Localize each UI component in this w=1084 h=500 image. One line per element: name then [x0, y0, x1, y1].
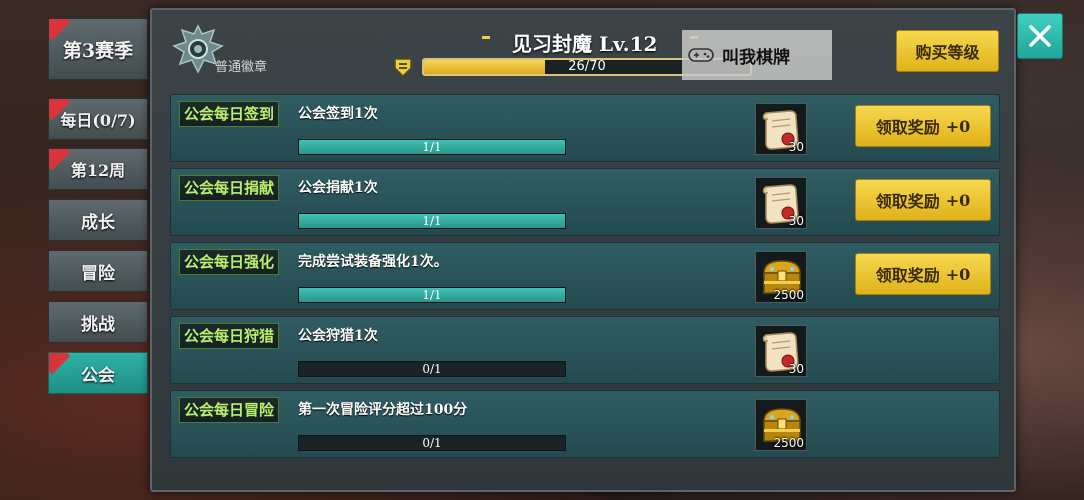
task-tag: 公会每日冒险: [179, 397, 280, 423]
tab-guild[interactable]: 公会: [48, 352, 148, 394]
reward-item[interactable]: 2500: [755, 399, 807, 451]
tab-challenge[interactable]: 挑战: [48, 301, 148, 343]
reward-quantity: 2500: [773, 436, 804, 450]
title-decoration: [482, 36, 490, 39]
claim-label: 领取奖励: [875, 118, 940, 137]
reward-quantity: 30: [788, 140, 804, 154]
notification-badge: [49, 353, 71, 375]
claim-count: +0: [945, 190, 971, 210]
claim-count: +0: [945, 264, 971, 284]
close-button[interactable]: [1017, 13, 1063, 59]
task-description: 公会签到1次: [298, 106, 378, 122]
gamepad-icon: [688, 48, 714, 62]
tab-adventure[interactable]: 冒险: [48, 250, 148, 292]
badge-label: 普通徽章: [215, 60, 268, 75]
task-description: 公会捐献1次: [298, 180, 378, 196]
tab-label: 第12周: [70, 161, 126, 180]
tab-label: 公会: [81, 365, 115, 386]
task-tag: 公会每日狩猎: [179, 323, 280, 349]
tab-label: 挑战: [81, 314, 115, 335]
task-progress-text: 1/1: [422, 140, 442, 154]
task-row: 公会每日捐献 公会捐献1次 1/1 30 领取奖励 +0: [170, 168, 1000, 236]
task-progress-text: 0/1: [422, 436, 442, 450]
task-progress-text: 1/1: [422, 214, 442, 228]
tab-label: 每日(0/7): [60, 111, 136, 130]
notification-badge: [49, 149, 71, 171]
task-progress-bar: 1/1: [298, 213, 566, 229]
task-description: 公会狩猎1次: [298, 328, 378, 344]
tab-week[interactable]: 第12周: [48, 148, 148, 190]
task-row: 公会每日冒险 第一次冒险评分超过100分 0/1 2500: [170, 390, 1000, 458]
task-progress-bar: 0/1: [298, 435, 566, 451]
reward-quantity: 30: [788, 362, 804, 376]
claim-reward-button[interactable]: 领取奖励 +0: [855, 105, 991, 147]
task-progress-bar: 0/1: [298, 361, 566, 377]
reward-item[interactable]: 30: [755, 325, 807, 377]
task-description: 完成尝试装备强化1次。: [298, 254, 448, 270]
reward-item[interactable]: 30: [755, 177, 807, 229]
task-description: 第一次冒险评分超过100分: [298, 402, 468, 418]
reward-quantity: 30: [788, 214, 804, 228]
close-icon: [1029, 25, 1051, 47]
claim-reward-button[interactable]: 领取奖励 +0: [855, 179, 991, 221]
level-crest-icon: [394, 58, 412, 78]
tab-label: 成长: [81, 212, 115, 233]
reward-quantity: 2500: [773, 288, 804, 302]
battle-pass-panel: 普通徽章 见习封魔 Lv.12 26/70 叫我棋牌 购买等级 公会每日签到 公会…: [150, 8, 1016, 492]
reward-item[interactable]: 30: [755, 103, 807, 155]
level-title: 见习封魔 Lv.12: [512, 32, 658, 56]
task-progress-bar: 1/1: [298, 287, 566, 303]
tab-label: 冒险: [81, 263, 115, 284]
reward-item[interactable]: 2500: [755, 251, 807, 303]
task-tag: 公会每日签到: [179, 101, 280, 127]
claim-reward-button[interactable]: 领取奖励 +0: [855, 253, 991, 295]
claim-label: 领取奖励: [875, 266, 940, 285]
tab-growth[interactable]: 成长: [48, 199, 148, 241]
claim-label: 领取奖励: [875, 192, 940, 211]
watermark: 叫我棋牌: [682, 30, 832, 80]
task-tag: 公会每日捐献: [179, 175, 280, 201]
claim-count: +0: [945, 116, 971, 136]
task-progress-bar: 1/1: [298, 139, 566, 155]
task-progress-text: 0/1: [422, 362, 442, 376]
task-row: 公会每日强化 完成尝试装备强化1次。 1/1 2500 领取奖励 +0: [170, 242, 1000, 310]
buy-level-button[interactable]: 购买等级: [896, 30, 999, 72]
task-tag: 公会每日强化: [179, 249, 280, 275]
task-row: 公会每日狩猎 公会狩猎1次 0/1 30: [170, 316, 1000, 384]
task-row: 公会每日签到 公会签到1次 1/1 30 领取奖励 +0: [170, 94, 1000, 162]
tab-season[interactable]: 第3赛季: [48, 18, 148, 80]
task-progress-text: 1/1: [422, 288, 442, 302]
watermark-text: 叫我棋牌: [722, 47, 790, 68]
tab-daily[interactable]: 每日(0/7): [48, 98, 148, 140]
tab-label: 第3赛季: [62, 39, 134, 62]
